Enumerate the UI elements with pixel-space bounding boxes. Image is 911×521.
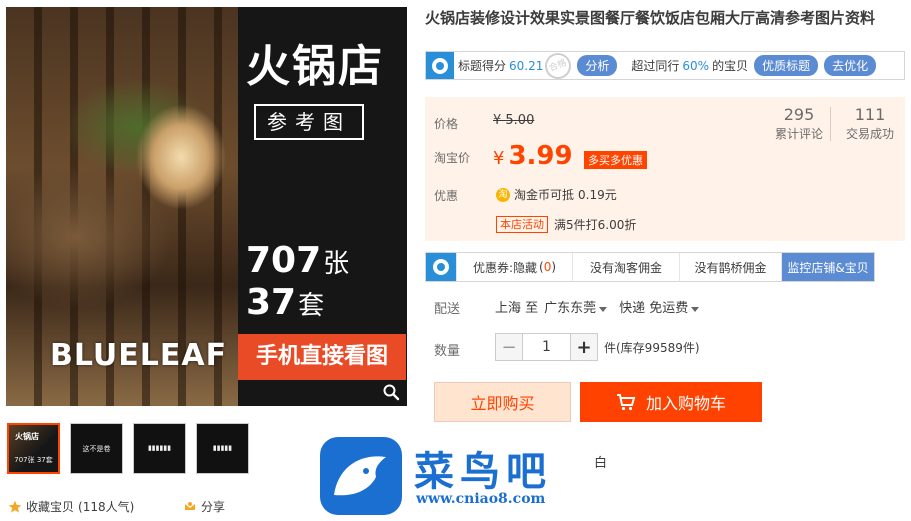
chevron-down-icon <box>599 307 608 312</box>
stat-divider <box>830 107 831 141</box>
decrement-button[interactable]: − <box>495 333 523 361</box>
star-icon <box>8 500 22 513</box>
thumbnail[interactable]: 火锅店 707张 37套 <box>7 423 60 474</box>
plugin-logo-icon <box>426 52 454 79</box>
tab-queqiao-commission[interactable]: 没有鹊桥佣金 <box>679 253 781 281</box>
thumbnail[interactable]: 这不是卷 <box>70 423 123 474</box>
mobile-view-banner: 手机直接看图 <box>238 334 406 380</box>
thumbnail[interactable]: ▮▮▮▮▮▮ <box>133 423 186 474</box>
beyond-pct: 60% <box>682 58 710 73</box>
reviews-stat[interactable]: 295 累计评论 <box>775 105 823 142</box>
original-price: ¥ 5.00 <box>493 113 535 128</box>
thumbnail-subcaption: 这不是卷 <box>82 445 111 453</box>
deals-count: 111 <box>854 105 886 124</box>
set-count: 37 <box>246 282 297 323</box>
photo-count: 707 <box>246 240 322 281</box>
plugin-logo-icon <box>426 253 456 281</box>
image-main-title: 火锅店 <box>246 41 384 92</box>
thumbnail-subcaption: ▮▮▮▮▮▮ <box>147 444 172 452</box>
deals-label: 交易成功 <box>846 127 895 141</box>
zoom-icon[interactable] <box>382 383 400 401</box>
destination-text: 广东东莞 <box>544 301 597 316</box>
activity-tag: 本店活动 <box>496 216 548 233</box>
title-score-bar: 标题得分 60.21 合格 分析 超过同行 60% 的宝贝 优质标题 去优化 <box>425 48 905 83</box>
price-label: 价格 <box>434 117 459 131</box>
shipping-label: 配送 <box>434 302 461 317</box>
activity-text: 满5件打6.00折 <box>554 218 637 232</box>
thumbnail[interactable]: ▮▮▮▮▮ <box>196 423 249 474</box>
current-price-value: 3.99 <box>508 141 573 171</box>
tab-taoke-commission[interactable]: 没有淘客佣金 <box>572 253 679 281</box>
store-activity: 本店活动 满5件打6.00折 <box>496 216 636 233</box>
beyond-suffix: 的宝贝 <box>712 59 749 73</box>
collect-label: 收藏宝贝 <box>26 500 75 514</box>
image-reference-label: 参考图 <box>254 104 364 140</box>
optimize-button[interactable]: 去优化 <box>824 55 877 76</box>
share-icon <box>185 501 195 510</box>
share-label: 分享 <box>201 500 226 514</box>
collect-count: (118人气) <box>78 500 135 514</box>
coin-offset: 淘 淘金币可抵 0.19元 <box>496 186 617 203</box>
photo-unit: 张 <box>323 249 350 279</box>
collect-button[interactable]: 收藏宝贝 (118人气) <box>8 498 134 515</box>
score-value: 60.21 <box>509 58 544 73</box>
photo-count-line: 707张 <box>246 240 349 281</box>
increment-button[interactable]: + <box>570 333 598 361</box>
commission-tabbar: 优惠券:隐藏(0) 没有淘客佣金 没有鹊桥佣金 监控店铺&宝贝 <box>425 252 875 282</box>
discount-label: 优惠 <box>434 189 459 203</box>
stock-text: 件(库存99589件) <box>604 340 700 355</box>
quantity-input[interactable]: 1 <box>523 333 570 361</box>
shipping-method[interactable]: 快递 免运费 <box>619 297 700 316</box>
watermark-text: 菜鸟吧 <box>414 448 552 495</box>
price-panel: 价格 ¥ 5.00 淘宝价 ¥3.99 多买多优惠 295 累计评论 111 交… <box>425 97 905 241</box>
thumbnail-subcaption: 707张 37套 <box>14 456 53 464</box>
watermark-url: www.cniao8.com <box>416 491 546 507</box>
watermark: 菜鸟吧 www.cniao8.com <box>320 437 600 517</box>
deals-stat[interactable]: 111 交易成功 <box>846 105 894 142</box>
coupon-label: 优惠券:隐藏 <box>472 260 538 275</box>
tab-coupon[interactable]: 优惠券:隐藏(0) <box>456 253 572 281</box>
taobao-price-label: 淘宝价 <box>434 151 471 165</box>
add-to-cart-label: 加入购物车 <box>645 394 726 413</box>
shipping-row: 上海 至 广东东莞 快递 免运费 <box>495 297 700 316</box>
score-label: 标题得分 <box>458 59 507 73</box>
tab-monitor[interactable]: 监控店铺&宝贝 <box>781 253 874 281</box>
chevron-down-icon <box>691 307 700 312</box>
currency-symbol: ¥ <box>493 148 505 169</box>
quality-title-button[interactable]: 优质标题 <box>754 55 819 76</box>
coin-text: 淘金币可抵 <box>514 188 575 202</box>
analyze-button[interactable]: 分析 <box>577 55 618 76</box>
thumbnail-caption: 火锅店 <box>15 432 39 441</box>
bird-logo-icon <box>320 437 402 515</box>
set-unit: 套 <box>298 291 325 321</box>
quantity-label: 数量 <box>434 344 461 359</box>
share-button[interactable]: 分享 <box>183 498 225 515</box>
coin-value: 0.19元 <box>578 188 617 202</box>
cart-icon <box>616 394 636 411</box>
coupon-count: 0 <box>543 260 552 274</box>
buy-now-button[interactable]: 立即购买 <box>434 382 571 422</box>
add-to-cart-button[interactable]: 加入购物车 <box>580 382 762 422</box>
thumbnail-subcaption: ▮▮▮▮▮ <box>212 444 233 452</box>
current-price: ¥3.99 <box>493 141 573 171</box>
set-count-line: 37套 <box>246 282 324 323</box>
pass-stamp: 合格 <box>541 48 576 83</box>
product-title: 火锅店装修设计效果实景图餐厅餐饮饭店包厢大厅高清参考图片资料 <box>425 9 876 27</box>
shipping-from: 上海 至 <box>495 301 539 316</box>
reviews-label: 累计评论 <box>775 127 824 141</box>
shipping-destination[interactable]: 广东东莞 <box>544 297 608 316</box>
method-text: 快递 免运费 <box>619 301 689 316</box>
reviews-count: 295 <box>783 105 815 124</box>
promo-tag[interactable]: 多买多优惠 <box>584 151 647 169</box>
thumbnail-strip: 火锅店 707张 37套 这不是卷 ▮▮▮▮▮▮ ▮▮▮▮▮ <box>7 423 249 474</box>
quantity-stepper: − 1 + 件(库存99589件) <box>495 333 700 361</box>
beyond-prefix: 超过同行 <box>631 59 680 73</box>
brand-logo: BLUELEAF <box>50 338 228 373</box>
taobao-coin-icon: 淘 <box>496 187 510 202</box>
